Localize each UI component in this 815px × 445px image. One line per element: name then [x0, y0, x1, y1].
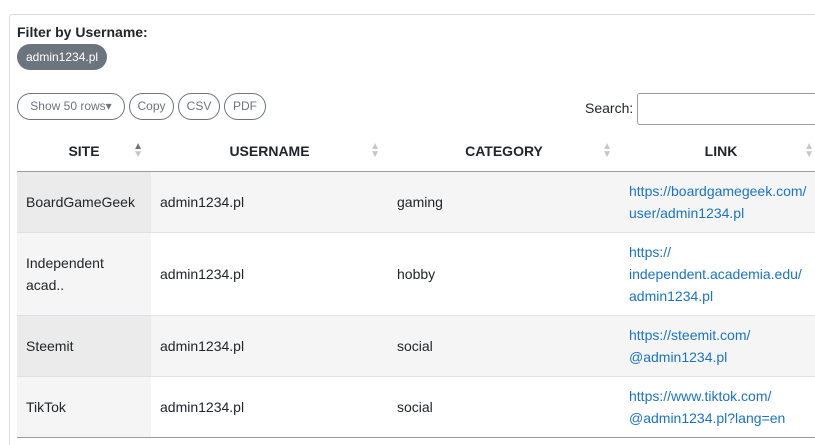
column-header-label: SITE: [68, 142, 100, 159]
column-header-label: CATEGORY: [465, 142, 543, 159]
link-line: admin1234.pl: [629, 287, 714, 304]
cell-site: TikTok: [17, 376, 151, 438]
copy-button[interactable]: Copy: [129, 93, 174, 120]
profile-link[interactable]: https://boardgamegeek.com/user/admin1234…: [629, 183, 806, 221]
cell-category: social: [388, 376, 620, 438]
link-line: https://: [629, 243, 672, 260]
table-header-row: SITE ▲ ▼ USERNAME ▲ ▼ CATEGORY ▲ ▼ LINK ▲ ▼: [17, 131, 815, 172]
column-header-link[interactable]: LINK ▲ ▼: [620, 131, 815, 172]
cell-site: BoardGameGeek: [17, 171, 151, 233]
column-header-label: LINK: [704, 142, 738, 159]
cell-username: admin1234.pl: [151, 232, 388, 316]
profile-link[interactable]: https://www.tiktok.com/ @admin1234.pl?lan…: [629, 388, 785, 426]
search-label: Search:: [585, 100, 634, 116]
link-line: @admin1234.pl: [629, 348, 728, 365]
sort-icon: ▲ ▼: [602, 141, 612, 160]
cell-site: Independent acad..: [17, 232, 151, 316]
cell-site: Steemit: [17, 315, 151, 377]
column-header-username[interactable]: USERNAME ▲ ▼: [151, 131, 388, 172]
table-row: Steemit admin1234.pl social https://stee…: [17, 315, 815, 377]
link-line: https://steemit.com/: [629, 326, 751, 343]
table-row: Independent acad.. admin1234.pl hobby htt…: [17, 232, 815, 316]
search-input[interactable]: [637, 93, 815, 125]
column-header-category[interactable]: CATEGORY ▲ ▼: [388, 131, 620, 172]
pdf-button[interactable]: PDF: [224, 93, 266, 120]
results-table: SITE ▲ ▼ USERNAME ▲ ▼ CATEGORY ▲ ▼ LINK ▲ ▼ …: [17, 131, 815, 438]
show-rows-button[interactable]: Show 50 rows▾: [17, 93, 125, 120]
column-header-site[interactable]: SITE ▲ ▼: [17, 131, 151, 172]
profile-link[interactable]: https://steemit.com/ @admin1234.pl: [629, 327, 750, 365]
table-row: BoardGameGeek admin1234.pl gaming https:…: [17, 171, 815, 233]
sort-icon: ▲ ▼: [370, 141, 380, 160]
profile-link[interactable]: https:// independent.academia.edu/admin12…: [629, 244, 802, 304]
cell-category: gaming: [388, 171, 620, 233]
sort-ascending-icon: ▲ ▼: [133, 141, 143, 160]
cell-link: https://www.tiktok.com/ @admin1234.pl?lan…: [620, 376, 815, 438]
filter-label: Filter by Username:: [17, 24, 148, 40]
cell-link: https://steemit.com/ @admin1234.pl: [620, 315, 815, 377]
cell-username: admin1234.pl: [151, 171, 388, 233]
link-line: @admin1234.pl?lang=en: [629, 409, 786, 426]
link-line: https://boardgamegeek.com/: [629, 182, 807, 199]
cell-link: https://boardgamegeek.com/user/admin1234…: [620, 171, 815, 233]
table-row: TikTok admin1234.pl social https://www.t…: [17, 376, 815, 438]
cell-category: hobby: [388, 232, 620, 316]
cell-link: https:// independent.academia.edu/admin12…: [620, 232, 815, 316]
link-line: user/admin1234.pl: [629, 204, 745, 221]
username-filter-chip[interactable]: admin1234.pl: [17, 44, 108, 70]
csv-button[interactable]: CSV: [178, 93, 220, 120]
column-header-label: USERNAME: [229, 142, 310, 159]
cell-username: admin1234.pl: [151, 315, 388, 377]
cell-username: admin1234.pl: [151, 376, 388, 438]
site-line: acad..: [26, 276, 65, 293]
link-line: https://www.tiktok.com/: [629, 387, 772, 404]
site-line: Independent: [26, 254, 104, 271]
link-line: independent.academia.edu/: [629, 265, 802, 282]
sort-icon: ▲ ▼: [804, 141, 814, 160]
cell-category: social: [388, 315, 620, 377]
